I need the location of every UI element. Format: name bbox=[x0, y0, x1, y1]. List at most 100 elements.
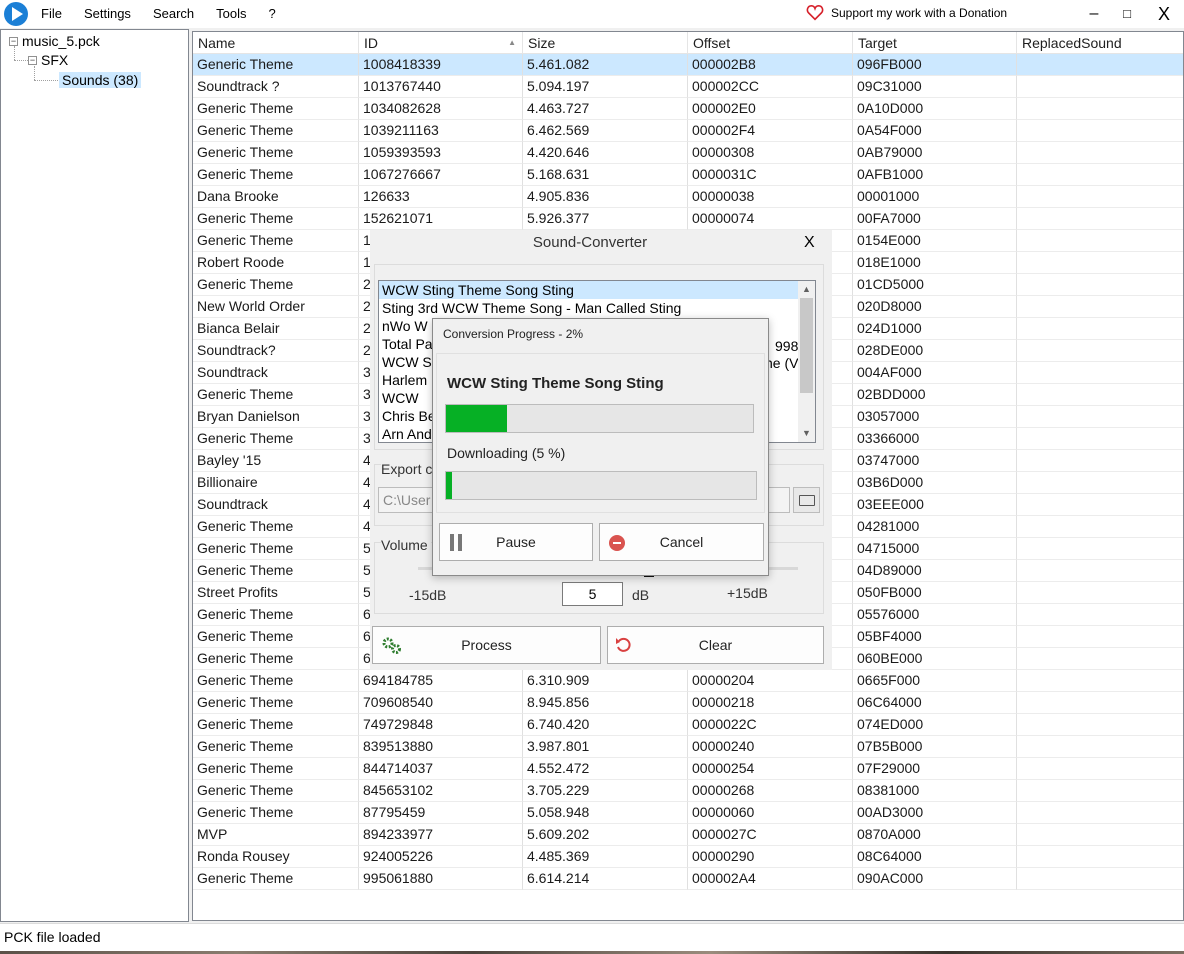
db-value-input[interactable]: 5 bbox=[562, 582, 623, 606]
column-header-id[interactable]: ID ▲ bbox=[359, 32, 523, 54]
table-cell-replacedsound bbox=[1017, 692, 1183, 714]
table-cell-name: Soundtrack bbox=[193, 494, 359, 516]
table-row[interactable]: Generic Theme 694184785 6.310.909 00000204 0… bbox=[193, 670, 1183, 692]
table-cell-target: 05576000 bbox=[853, 604, 1017, 626]
tree-node-sfx[interactable]: − SFX bbox=[28, 50, 68, 70]
list-item[interactable]: WCW Sting Theme Song Sting bbox=[379, 281, 798, 299]
table-row[interactable]: Generic Theme 87795459 5.058.948 00000060 00… bbox=[193, 802, 1183, 824]
minimize-button[interactable]: – bbox=[1082, 4, 1106, 24]
tree-node-root[interactable]: − music_5.pck bbox=[9, 31, 100, 51]
table-row[interactable]: Ronda Rousey 924005226 4.485.369 00000290 08… bbox=[193, 846, 1183, 868]
progress-song-name: WCW Sting Theme Song Sting bbox=[447, 375, 664, 392]
menu-search[interactable]: Search bbox=[142, 1, 205, 27]
tree-sounds-label: Sounds (38) bbox=[59, 72, 142, 88]
table-cell-name: Generic Theme bbox=[193, 626, 359, 648]
column-header-offset[interactable]: Offset bbox=[688, 32, 853, 54]
table-cell-size: 4.463.727 bbox=[523, 98, 688, 120]
table-cell-target: 020D8000 bbox=[853, 296, 1017, 318]
table-cell-name: Bayley '15 bbox=[193, 450, 359, 472]
table-cell-offset: 000002B8 bbox=[688, 54, 853, 76]
donate-link[interactable]: Support my work with a Donation bbox=[806, 4, 1007, 22]
table-cell-offset: 000002CC bbox=[688, 76, 853, 98]
column-header-id-label: ID bbox=[364, 35, 378, 51]
table-row[interactable]: Generic Theme 1008418339 5.461.082 000002B8… bbox=[193, 54, 1183, 76]
table-row[interactable]: Generic Theme 844714037 4.552.472 00000254 0… bbox=[193, 758, 1183, 780]
table-cell-offset: 00000204 bbox=[688, 670, 853, 692]
table-cell-offset: 0000022C bbox=[688, 714, 853, 736]
table-cell-replacedsound bbox=[1017, 296, 1183, 318]
table-row[interactable]: Generic Theme 709608540 8.945.856 00000218 0… bbox=[193, 692, 1183, 714]
list-scrollbar[interactable]: ▲ ▼ bbox=[798, 281, 815, 442]
collapse-toggle-icon[interactable]: − bbox=[28, 55, 37, 65]
app-play-icon bbox=[4, 2, 28, 26]
sort-ascending-icon: ▲ bbox=[508, 38, 516, 47]
menu-help[interactable]: ? bbox=[258, 1, 287, 27]
table-cell-replacedsound bbox=[1017, 868, 1183, 890]
table-cell-id: 1067276667 bbox=[359, 164, 523, 186]
table-cell-name: Bianca Belair bbox=[193, 318, 359, 340]
table-cell-replacedsound bbox=[1017, 54, 1183, 76]
menu-settings[interactable]: Settings bbox=[73, 1, 142, 27]
close-window-button[interactable]: X bbox=[1152, 4, 1176, 24]
table-cell-name: Generic Theme bbox=[193, 736, 359, 758]
conversion-progress-dialog: Conversion Progress - 2% WCW Sting Theme… bbox=[432, 318, 769, 576]
browse-folder-button[interactable] bbox=[793, 487, 820, 513]
table-cell-size: 6.614.214 bbox=[523, 868, 688, 890]
overall-progress-bar bbox=[445, 404, 754, 433]
menu-tools[interactable]: Tools bbox=[205, 1, 257, 27]
table-cell-name: Soundtrack ? bbox=[193, 76, 359, 98]
folder-open-icon bbox=[799, 495, 815, 506]
table-cell-replacedsound bbox=[1017, 406, 1183, 428]
table-cell-replacedsound bbox=[1017, 186, 1183, 208]
scroll-thumb[interactable] bbox=[800, 298, 813, 393]
table-row[interactable]: Generic Theme 749729848 6.740.420 0000022C 0… bbox=[193, 714, 1183, 736]
pause-button[interactable]: Pause bbox=[439, 523, 593, 561]
table-row[interactable]: MVP 894233977 5.609.202 0000027C 0870A000 bbox=[193, 824, 1183, 846]
table-row[interactable]: Generic Theme 845653102 3.705.229 00000268 0… bbox=[193, 780, 1183, 802]
table-row[interactable]: Soundtrack ? 1013767440 5.094.197 000002CC 0… bbox=[193, 76, 1183, 98]
table-cell-replacedsound bbox=[1017, 494, 1183, 516]
table-row[interactable]: Generic Theme 1034082628 4.463.727 000002E0… bbox=[193, 98, 1183, 120]
table-cell-replacedsound bbox=[1017, 362, 1183, 384]
table-row[interactable]: Generic Theme 1059393593 4.420.646 00000308… bbox=[193, 142, 1183, 164]
process-button[interactable]: Process bbox=[372, 626, 601, 664]
converter-close-button[interactable]: X bbox=[804, 234, 815, 252]
table-cell-target: 06C64000 bbox=[853, 692, 1017, 714]
table-cell-name: Generic Theme bbox=[193, 164, 359, 186]
table-cell-replacedsound bbox=[1017, 648, 1183, 670]
table-cell-target: 04D89000 bbox=[853, 560, 1017, 582]
table-cell-size: 5.168.631 bbox=[523, 164, 688, 186]
scroll-up-icon[interactable]: ▲ bbox=[798, 281, 815, 298]
table-cell-name: Generic Theme bbox=[193, 54, 359, 76]
table-cell-target: 0AB79000 bbox=[853, 142, 1017, 164]
column-header-target[interactable]: Target bbox=[853, 32, 1017, 54]
clear-button[interactable]: Clear bbox=[607, 626, 824, 664]
table-row[interactable]: Generic Theme 1039211163 6.462.569 000002F4… bbox=[193, 120, 1183, 142]
list-item[interactable]: Sting 3rd WCW Theme Song - Man Called St… bbox=[379, 299, 815, 317]
export-label: Export c bbox=[381, 461, 436, 477]
table-row[interactable]: Generic Theme 839513880 3.987.801 00000240 0… bbox=[193, 736, 1183, 758]
column-header-size[interactable]: Size bbox=[523, 32, 688, 54]
cancel-button[interactable]: Cancel bbox=[599, 523, 764, 561]
table-cell-name: Generic Theme bbox=[193, 648, 359, 670]
table-row[interactable]: Generic Theme 1067276667 5.168.631 0000031C… bbox=[193, 164, 1183, 186]
tree-node-sounds[interactable]: Sounds (38) bbox=[59, 70, 142, 90]
scroll-down-icon[interactable]: ▼ bbox=[798, 425, 815, 442]
menu-file[interactable]: File bbox=[30, 1, 73, 27]
table-cell-offset: 000002F4 bbox=[688, 120, 853, 142]
table-row[interactable]: Generic Theme 152621071 5.926.377 00000074 0… bbox=[193, 208, 1183, 230]
table-cell-offset: 00000308 bbox=[688, 142, 853, 164]
table-cell-size: 4.485.369 bbox=[523, 846, 688, 868]
table-cell-replacedsound bbox=[1017, 428, 1183, 450]
table-row[interactable]: Generic Theme 995061880 6.614.214 000002A4 0… bbox=[193, 868, 1183, 890]
table-row[interactable]: Dana Brooke 126633 4.905.836 00000038 000010… bbox=[193, 186, 1183, 208]
table-cell-target: 03057000 bbox=[853, 406, 1017, 428]
maximize-button[interactable]: □ bbox=[1115, 4, 1139, 24]
table-cell-id: 694184785 bbox=[359, 670, 523, 692]
column-header-name[interactable]: Name bbox=[193, 32, 359, 54]
table-cell-replacedsound bbox=[1017, 230, 1183, 252]
collapse-toggle-icon[interactable]: − bbox=[9, 36, 18, 46]
pause-button-label: Pause bbox=[496, 534, 536, 550]
column-header-replacedsound[interactable]: ReplacedSound bbox=[1017, 32, 1183, 54]
table-cell-name: Generic Theme bbox=[193, 274, 359, 296]
